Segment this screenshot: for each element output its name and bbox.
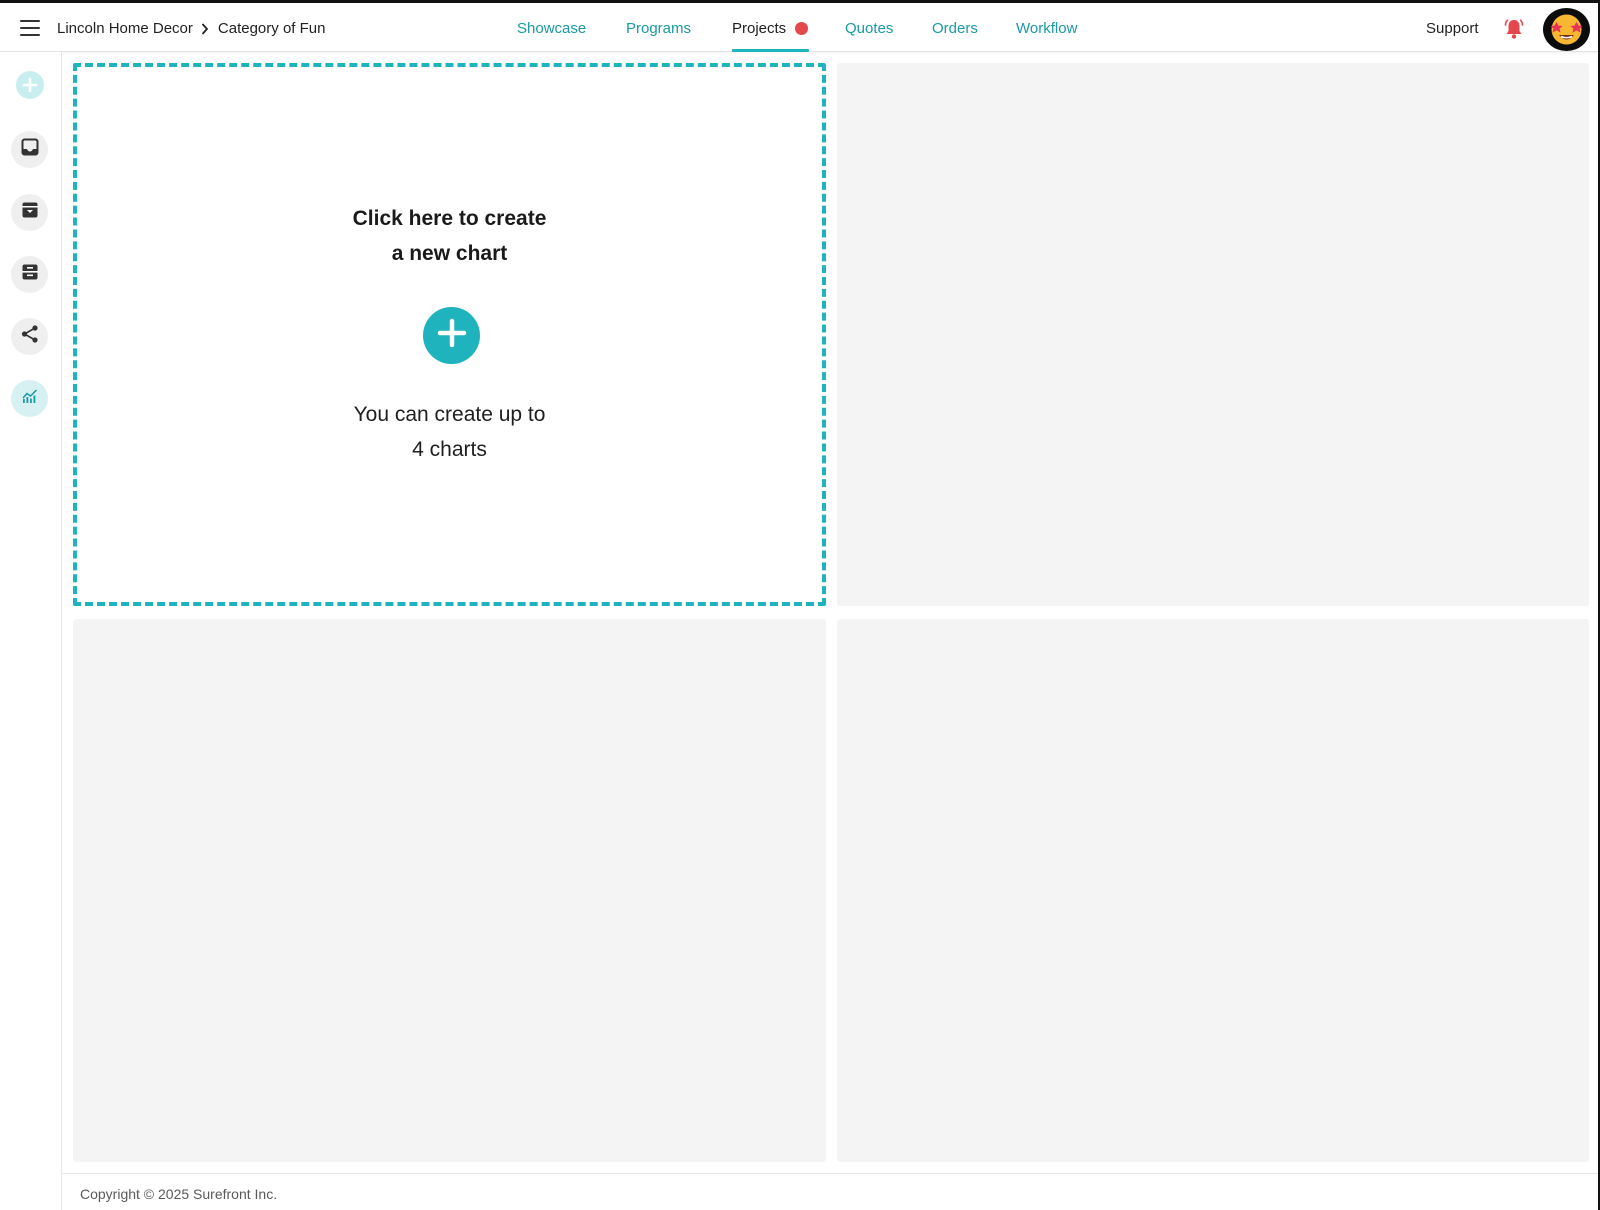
nav-showcase[interactable]: Showcase: [517, 20, 586, 37]
nav-projects[interactable]: Projects: [732, 20, 786, 37]
app-window: Lincoln Home Decor Category of Fun Showc…: [0, 0, 1600, 1210]
nav-workflow[interactable]: Workflow: [1016, 20, 1077, 37]
sidebar-add-button[interactable]: [11, 69, 48, 106]
nav-orders[interactable]: Orders: [932, 20, 978, 37]
create-chart-card[interactable]: Click here to create a new chart You can…: [73, 63, 826, 606]
sidebar-share-button[interactable]: [11, 318, 48, 355]
user-avatar[interactable]: [1543, 8, 1590, 51]
empty-chart-slot: [837, 619, 1589, 1162]
copyright-text: Copyright © 2025 Surefront Inc.: [80, 1186, 278, 1202]
nav-quotes[interactable]: Quotes: [845, 20, 893, 37]
add-icon: [15, 70, 45, 105]
inbox-icon: [20, 137, 40, 162]
empty-chart-slot: [837, 63, 1589, 606]
plus-icon: [437, 318, 467, 353]
top-header: Lincoln Home Decor Category of Fun Showc…: [0, 6, 1598, 52]
chart-limit-note-line2: 4 charts: [412, 438, 487, 461]
left-sidebar: [0, 52, 62, 1210]
create-chart-title-line2: a new chart: [391, 242, 508, 265]
page-footer: Copyright © 2025 Surefront Inc.: [62, 1173, 1598, 1210]
sidebar-archive-button[interactable]: [11, 194, 48, 231]
sidebar-inbox-button[interactable]: [11, 131, 48, 168]
bell-icon[interactable]: [1502, 17, 1526, 41]
main-nav: Showcase Programs Projects Quotes Orders…: [0, 6, 1598, 52]
archive-icon: [20, 200, 40, 225]
tray-icon: [20, 262, 40, 287]
share-icon: [20, 324, 40, 349]
notification-dot: [795, 22, 808, 35]
create-chart-title-line1: Click here to create: [352, 207, 547, 230]
sidebar-analytics-button[interactable]: [11, 380, 48, 417]
support-link[interactable]: Support: [1426, 20, 1479, 37]
create-chart-title: Click here to create a new chart: [77, 201, 822, 271]
empty-chart-slot: [73, 619, 826, 1162]
chart-limit-note-line1: You can create up to: [353, 403, 546, 426]
chart-limit-note: You can create up to 4 charts: [77, 397, 822, 467]
create-chart-button[interactable]: [423, 307, 480, 364]
analytics-icon: [20, 386, 40, 411]
nav-programs[interactable]: Programs: [626, 20, 691, 37]
active-tab-indicator: [732, 49, 809, 52]
sidebar-tray-button[interactable]: [11, 256, 48, 293]
